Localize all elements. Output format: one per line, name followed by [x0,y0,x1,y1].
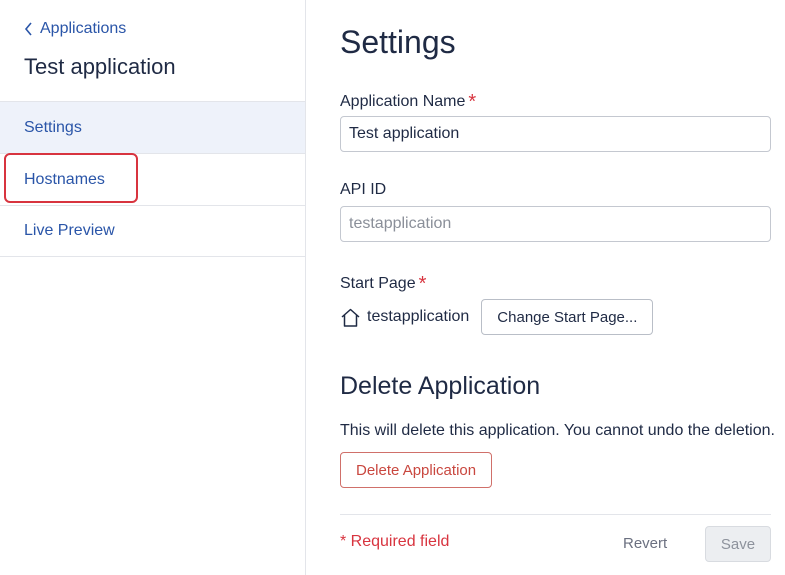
delete-application-button[interactable]: Delete Application [340,452,493,488]
api-id-label: API ID [340,181,387,198]
sidebar-nav: Settings Hostnames Live Preview [0,101,305,257]
back-to-applications-link[interactable]: Applications [24,19,126,39]
app-title: Test application [24,54,176,79]
delete-description: This will delete this application. You c… [340,422,775,439]
change-start-page-button[interactable]: Change Start Page... [481,299,654,335]
api-id-placeholder: testapplication [349,215,452,232]
delete-section-title: Delete Application [340,372,541,400]
start-page-label: Start Page * [340,273,427,295]
start-page-row: testapplication Change Start Page... [340,298,654,336]
app-name-input[interactable] [340,116,771,152]
sidebar-item-label: Settings [24,118,82,136]
sidebar-item-label: Hostnames [24,170,105,188]
sidebar-item-live-preview[interactable]: Live Preview [0,205,305,257]
sidebar-item-label: Live Preview [24,222,115,239]
save-button[interactable]: Save [705,526,771,562]
required-mark: * [468,91,477,113]
required-mark: * [418,273,427,295]
api-id-field[interactable]: testapplication [340,206,771,242]
sidebar-item-hostnames[interactable]: Hostnames [0,153,305,205]
divider [340,514,771,515]
sidebar-item-settings[interactable]: Settings [0,101,305,153]
page-title: Settings [340,24,456,60]
revert-button[interactable]: Revert [623,535,667,552]
app-name-label: Application Name * [340,91,477,113]
required-field-note: * Required field [340,533,450,550]
start-page-value: testapplication [367,308,470,325]
settings-panel: Settings Application Name* API ID testap… [306,0,785,575]
chevron-left-icon [24,22,32,36]
sidebar: Applications Test application Settings H… [0,0,306,575]
app-window: Applications Test application Settings H… [0,0,785,575]
back-link-label: Applications [40,20,127,37]
home-icon [341,308,360,327]
